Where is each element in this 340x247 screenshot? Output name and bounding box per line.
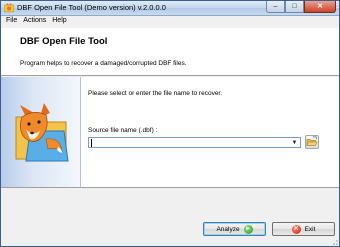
exit-button[interactable]: ✕ Exit	[272, 222, 335, 236]
go-arrow-icon: ►	[243, 224, 253, 234]
main-window: DBF Open File Tool (Demo version) v.2.0.…	[0, 0, 340, 247]
analyze-button[interactable]: Analyze ►	[203, 222, 266, 236]
menu-file[interactable]: File	[3, 16, 20, 27]
close-icon: ✕	[317, 3, 323, 10]
analyze-button-label: Analyze	[216, 225, 240, 233]
header-panel: DBF Open File Tool Program helps to reco…	[1, 28, 339, 76]
minimize-icon: –	[273, 3, 278, 10]
menu-actions[interactable]: Actions	[20, 16, 49, 27]
fox-folder-logo	[15, 103, 69, 162]
exit-button-label: Exit	[304, 225, 316, 233]
source-file-label: Source file name (.dbf) :	[88, 127, 158, 134]
text-caret	[91, 139, 92, 147]
maximize-button[interactable]: □	[285, 1, 304, 13]
maximize-icon: □	[292, 3, 297, 10]
exit-x-icon: ✕	[291, 224, 301, 234]
resize-grip-icon[interactable]	[329, 236, 339, 246]
chevron-down-icon[interactable]: ▼	[290, 139, 299, 146]
page-description: Program helps to recover a damaged/corru…	[20, 60, 187, 67]
menu-help[interactable]: Help	[49, 16, 69, 27]
menu-bar: File Actions Help	[1, 16, 339, 27]
main-panel: Please select or enter the file name to …	[1, 77, 339, 187]
window-controls: – □ ✕	[266, 1, 336, 13]
window-title: DBF Open File Tool (Demo version) v.2.0.…	[17, 3, 166, 12]
close-button[interactable]: ✕	[304, 1, 336, 13]
browse-button[interactable]	[305, 135, 319, 149]
open-folder-icon	[306, 136, 318, 146]
button-bar: Analyze ► ✕ Exit	[1, 188, 339, 246]
title-bar[interactable]: DBF Open File Tool (Demo version) v.2.0.…	[1, 1, 339, 16]
instruction-text: Please select or enter the file name to …	[88, 90, 223, 97]
page-title: DBF Open File Tool	[20, 36, 108, 47]
fox-app-icon	[4, 3, 14, 13]
source-file-combobox[interactable]: ▼	[88, 137, 301, 148]
side-banner	[1, 77, 81, 187]
minimize-button[interactable]: –	[266, 1, 285, 13]
